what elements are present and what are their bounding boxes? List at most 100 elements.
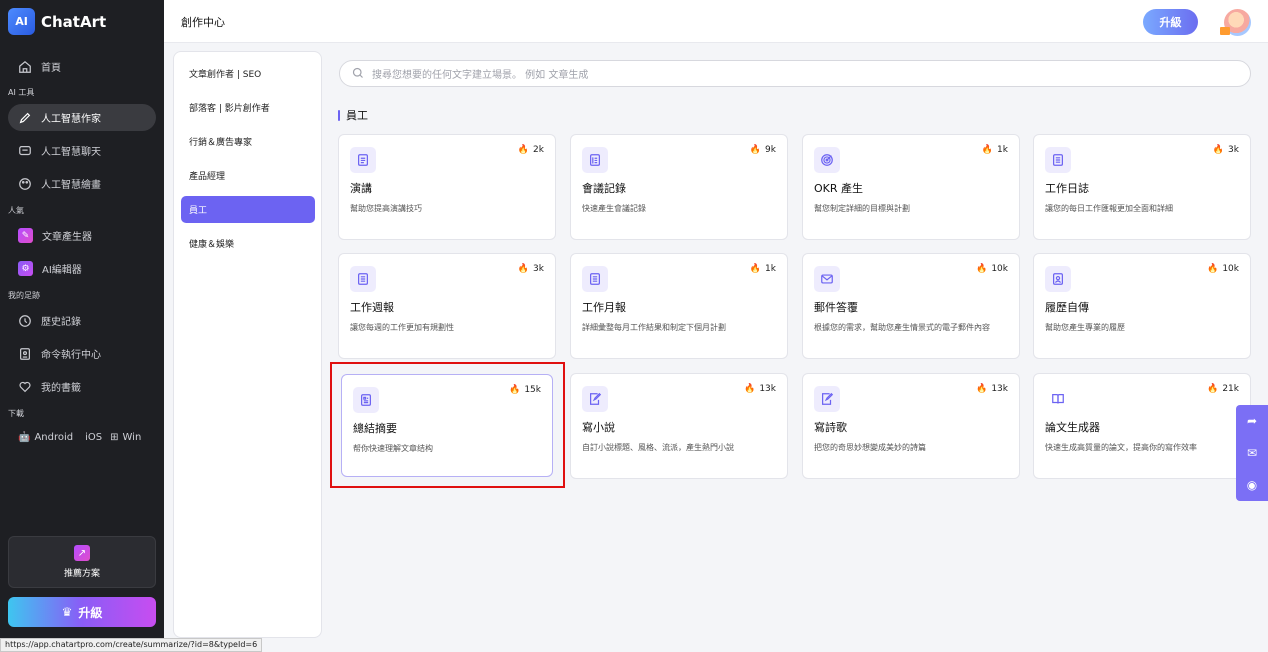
usage-count: 🔥 3k xyxy=(1213,145,1239,155)
section-label-popular: 人氣 xyxy=(8,206,24,215)
section-label-download: 下載 xyxy=(8,409,24,418)
sidebar-item-ai-writer[interactable]: 人工智慧作家 xyxy=(8,104,156,131)
tool-description: 詳細彙整每月工作結果和制定下個月計劃 xyxy=(582,323,726,332)
usage-count: 🔥 13k xyxy=(744,384,776,394)
sidebar: AI ChatArt 首頁 AI 工具 人工智慧作家 人工智慧聊天 人工智慧繪畫… xyxy=(0,0,164,652)
edit-icon xyxy=(582,386,608,412)
download-ios[interactable]: iOS xyxy=(85,432,102,443)
discord-icon[interactable]: ◉ xyxy=(1247,478,1257,492)
sidebar-upgrade-button[interactable]: ♛ 升級 xyxy=(8,597,156,627)
avatar-badge xyxy=(1220,27,1230,35)
tool-card[interactable]: 🔥 3k 工作日誌 讓您的每日工作匯報更加全面和詳細 xyxy=(1033,134,1251,240)
usage-count: 🔥 10k xyxy=(976,264,1008,274)
tool-card[interactable]: 🔥 10k 郵件答覆 根據您的需求，幫助您產生情景式的電子郵件內容 xyxy=(802,253,1020,359)
tool-description: 自訂小說標題、風格、流派，產生熱門小說 xyxy=(582,443,734,452)
edit-icon xyxy=(814,386,840,412)
sidebar-item-label: 人工智慧作家 xyxy=(41,114,101,125)
fire-icon: 🔥 xyxy=(749,264,762,274)
tool-title: 工作月報 xyxy=(582,301,626,314)
download-win[interactable]: Win xyxy=(123,432,142,443)
sidebar-item-history[interactable]: 歷史記錄 xyxy=(8,307,156,334)
usage-count: 🔥 1k xyxy=(982,145,1008,155)
tool-title: 工作日誌 xyxy=(1045,182,1089,195)
crown-icon: ♛ xyxy=(61,605,73,619)
tool-card[interactable]: 🔥 13k 寫詩歌 把您的奇思妙想變成美妙的詩篇 xyxy=(802,373,1020,479)
download-row: 🤖 Android iOS ⊞ Win xyxy=(18,432,141,443)
category-health[interactable]: 健康＆娛樂 xyxy=(181,230,315,257)
sidebar-item-ai-chat[interactable]: 人工智慧聊天 xyxy=(8,137,156,164)
windows-icon: ⊞ xyxy=(110,432,119,443)
sidebar-item-label: 命令執行中心 xyxy=(41,350,101,361)
tool-title: OKR 產生 xyxy=(814,182,864,195)
android-icon: 🤖 xyxy=(18,432,31,443)
header-upgrade-button[interactable]: 升級 xyxy=(1143,9,1198,35)
upgrade-label: 升級 xyxy=(78,605,103,620)
tool-card[interactable]: 🔥 2k 演講 幫助您提高演講技巧 xyxy=(338,134,556,240)
tool-card[interactable]: 🔥 21k 論文生成器 快速生成高質量的論文，提高你的寫作效率 xyxy=(1033,373,1251,479)
app-name: ChatArt xyxy=(41,12,107,31)
usage-count: 🔥 2k xyxy=(518,145,544,155)
tool-card[interactable]: 🔥 13k 寫小說 自訂小說標題、風格、流派，產生熱門小說 xyxy=(570,373,788,479)
palette-icon xyxy=(18,177,32,191)
fire-icon: 🔥 xyxy=(1212,145,1225,155)
article-generator-icon: ✎ xyxy=(18,228,33,243)
category-blogger[interactable]: 部落客 | 影片創作者 xyxy=(181,94,315,121)
category-product-manager[interactable]: 產品經理 xyxy=(181,162,315,189)
fire-icon: 🔥 xyxy=(744,384,756,394)
floating-social-bar: ➦ ✉ ◉ xyxy=(1236,405,1268,501)
tool-description: 讓您每週的工作更加有規劃性 xyxy=(350,323,454,332)
tool-description: 快速生成高質量的論文，提高你的寫作效率 xyxy=(1045,443,1197,452)
recommend-plan-card[interactable]: ↗ 推薦方案 xyxy=(8,536,156,588)
category-employee[interactable]: 員工 xyxy=(181,196,315,223)
mail-icon[interactable]: ✉ xyxy=(1247,446,1257,460)
journal-icon xyxy=(1045,147,1071,173)
main-content: 搜尋您想要的任何文字建立場景。 例如 文章生成 員工 🔥 2k 演講 幫助您提高演… xyxy=(322,43,1268,652)
tool-title: 論文生成器 xyxy=(1045,421,1100,434)
category-seo-writer[interactable]: 文章創作者 | SEO xyxy=(181,60,315,87)
sidebar-item-article-generator[interactable]: ✎ 文章產生器 xyxy=(8,222,156,249)
heart-icon xyxy=(18,380,32,394)
sidebar-item-home[interactable]: 首頁 xyxy=(8,53,156,80)
search-input[interactable]: 搜尋您想要的任何文字建立場景。 例如 文章生成 xyxy=(372,66,588,81)
usage-count: 🔥 21k xyxy=(1207,384,1239,394)
tool-description: 快速產生會議記錄 xyxy=(582,204,646,213)
fire-icon: 🔥 xyxy=(1207,384,1219,394)
tool-card[interactable]: 🔥 10k 履歷自傳 幫助您產生專業的履歷 xyxy=(1033,253,1251,359)
history-icon xyxy=(18,314,32,328)
share-icon[interactable]: ➦ xyxy=(1247,414,1257,428)
usage-count: 🔥 3k xyxy=(518,264,544,274)
fire-icon: 🔥 xyxy=(981,145,994,155)
usage-count-value: 1k xyxy=(765,264,776,274)
tool-description: 根據您的需求，幫助您產生情景式的電子郵件內容 xyxy=(814,323,990,332)
app-logo[interactable]: AI ChatArt xyxy=(8,8,106,35)
download-android[interactable]: Android xyxy=(34,432,73,443)
section-label-my: 我的足跡 xyxy=(8,291,40,300)
resume-icon xyxy=(1045,266,1071,292)
sidebar-item-label: 人工智慧繪畫 xyxy=(41,180,101,191)
tool-card[interactable]: 🔥 3k 工作週報 讓您每週的工作更加有規劃性 xyxy=(338,253,556,359)
sidebar-item-ai-painting[interactable]: 人工智慧繪畫 xyxy=(8,170,156,197)
sidebar-item-bookmarks[interactable]: 我的書籤 xyxy=(8,373,156,400)
usage-count-value: 9k xyxy=(765,145,776,155)
sidebar-item-label: 我的書籤 xyxy=(41,383,81,394)
target-icon xyxy=(814,147,840,173)
logo-icon: AI xyxy=(8,8,35,35)
tool-card[interactable]: 🔥 1k 工作月報 詳細彙整每月工作結果和制定下個月計劃 xyxy=(570,253,788,359)
search-bar[interactable]: 搜尋您想要的任何文字建立場景。 例如 文章生成 xyxy=(339,60,1251,87)
sidebar-item-command-center[interactable]: 命令執行中心 xyxy=(8,340,156,367)
sidebar-item-ai-editor[interactable]: ⚙ AI編輯器 xyxy=(8,255,156,282)
fire-icon: 🔥 xyxy=(749,145,762,155)
selection-highlight xyxy=(330,362,565,488)
tool-card[interactable]: 🔥 9k 會議記錄 快速產生會議記錄 xyxy=(570,134,788,240)
top-header: 創作中心 升級 xyxy=(164,0,1268,43)
tool-title: 寫詩歌 xyxy=(814,421,847,434)
category-marketing[interactable]: 行銷＆廣告專家 xyxy=(181,128,315,155)
command-icon xyxy=(18,347,32,361)
mail-icon xyxy=(814,266,840,292)
usage-count-value: 10k xyxy=(1222,264,1239,274)
usage-count: 🔥 9k xyxy=(750,145,776,155)
usage-count-value: 1k xyxy=(997,145,1008,155)
ai-editor-icon: ⚙ xyxy=(18,261,33,276)
tool-card[interactable]: 🔥 1k OKR 產生 幫您制定詳細的目標與計劃 xyxy=(802,134,1020,240)
tool-description: 把您的奇思妙想變成美妙的詩篇 xyxy=(814,443,926,452)
